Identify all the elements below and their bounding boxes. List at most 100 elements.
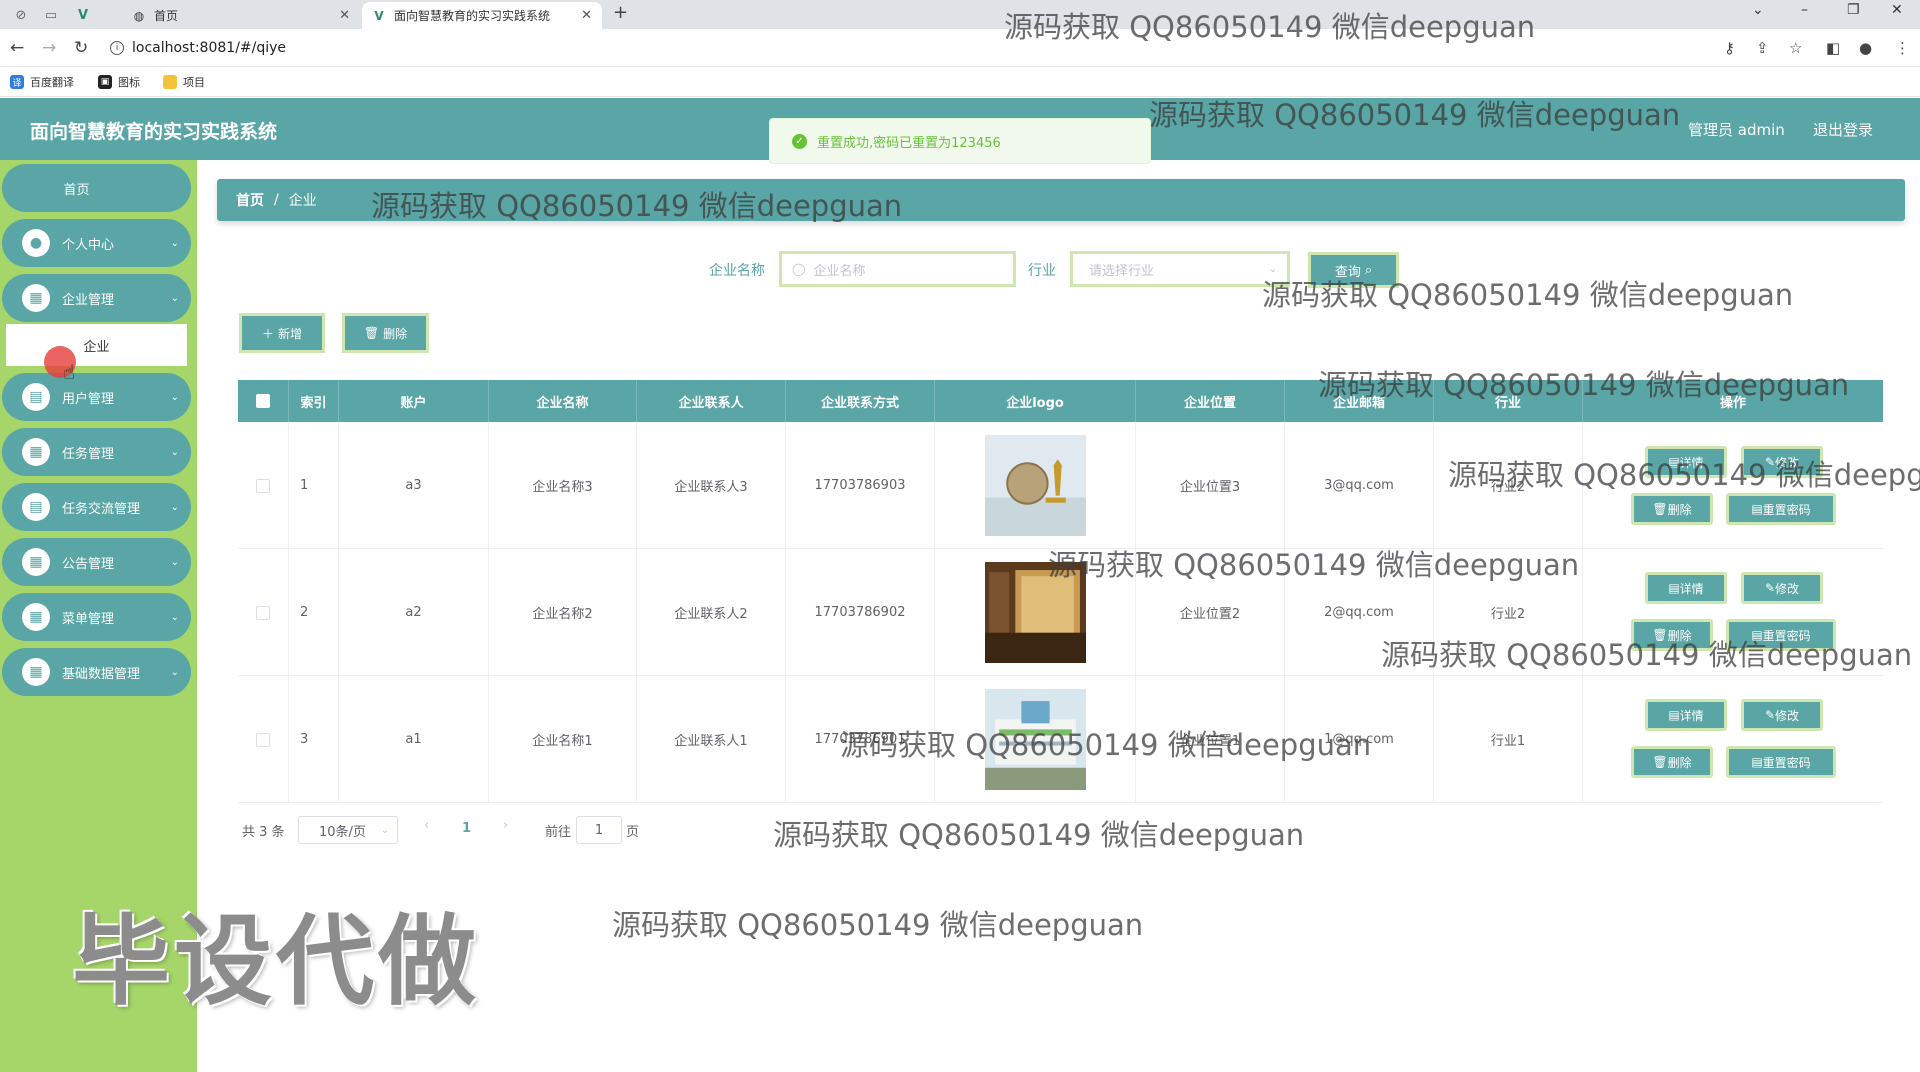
minimize-icon[interactable]: – — [1801, 2, 1808, 18]
goto-prefix: 前往 — [545, 825, 572, 840]
table-row: 3 a1 企业名称1 企业联系人1 17703786901 企业位置1 1@qq… — [238, 676, 1883, 803]
company-name-input[interactable]: ◯ 企业名称 — [779, 251, 1016, 287]
sidebar-item-task-exchange[interactable]: ▤ 任务交流管理 ⌄ — [2, 483, 191, 531]
sidebar-item-home[interactable]: 首页 — [2, 164, 191, 212]
document-icon: ▤ — [1668, 455, 1680, 469]
success-toast: ✓ 重置成功,密码已重置为123456 — [769, 118, 1151, 164]
sidebar-item-base-data[interactable]: ▦ 基础数据管理 ⌄ — [2, 648, 191, 696]
star-icon[interactable]: ☆ — [1789, 39, 1802, 57]
info-icon[interactable]: i — [110, 41, 124, 55]
delete-button[interactable]: 🗑 删除 — [1631, 746, 1713, 778]
page-number-current[interactable]: 1 — [462, 821, 471, 836]
select-all-checkbox[interactable] — [256, 394, 270, 408]
cell-phone: 17703786902 — [786, 549, 935, 676]
reload-icon[interactable]: ↻ — [74, 38, 88, 58]
vue-tab-icon[interactable]: V — [72, 4, 94, 26]
bookmark-icons[interactable]: ▣ 图标 — [98, 74, 140, 90]
cell-industry: 行业2 — [1434, 422, 1583, 549]
cell-logo — [935, 676, 1136, 803]
page-size-select[interactable]: 10条/页 ⌄ — [298, 816, 398, 844]
trash-icon: 🗑 — [363, 326, 380, 340]
close-icon[interactable]: ✕ — [581, 8, 592, 23]
sidebar-subitem-company[interactable]: 企业 — [6, 324, 187, 366]
blank-tab-icon[interactable]: ▭ — [40, 4, 62, 26]
profile-icon[interactable]: ● — [1859, 39, 1872, 57]
pencil-icon: ✎ — [1764, 455, 1776, 469]
key-icon[interactable]: ⚷ — [1724, 39, 1735, 57]
watermark: 源码获取 QQ86050149 微信deepguan — [773, 818, 1305, 852]
company-logo-image[interactable] — [984, 562, 1086, 663]
grid-icon: ▦ — [22, 603, 50, 631]
sidepanel-icon[interactable]: ◧ — [1826, 39, 1840, 57]
sidebar-item-notices[interactable]: ▦ 公告管理 ⌄ — [2, 538, 191, 586]
cell-index: 2 — [289, 549, 339, 676]
table-header: 索引 账户 企业名称 企业联系人 企业联系方式 企业logo 企业位置 企业邮箱… — [238, 380, 1883, 422]
sidebar-item-tasks[interactable]: ▦ 任务管理 ⌄ — [2, 428, 191, 476]
cell-contact: 企业联系人3 — [637, 422, 786, 549]
url-field[interactable]: i localhost:8081/#/qiye — [110, 37, 286, 59]
reset-password-button[interactable]: ▤ 重置密码 — [1726, 746, 1836, 778]
reset-password-button[interactable]: ▤ 重置密码 — [1726, 619, 1836, 651]
prev-page-icon[interactable]: ‹ — [424, 818, 429, 833]
cell-account: a2 — [339, 549, 489, 676]
goto-page-input[interactable]: 1 — [576, 816, 622, 844]
tab-home[interactable]: ◍ 首页 ✕ — [122, 2, 360, 29]
pinned-tab-icon[interactable]: ⊘ — [10, 4, 32, 26]
delete-button[interactable]: 🗑 删除 — [1631, 619, 1713, 651]
cell-phone: 17703786903 — [786, 422, 935, 549]
chevron-down-icon[interactable]: ⌄ — [1752, 2, 1764, 18]
cell-location: 企业位置2 — [1136, 549, 1285, 676]
folder-icon — [163, 75, 177, 89]
window-close-icon[interactable]: ✕ — [1891, 2, 1903, 18]
bookmark-projects[interactable]: 项目 — [163, 74, 205, 90]
batch-delete-button[interactable]: 🗑 删除 — [342, 313, 429, 353]
company-name-label: 企业名称 — [709, 263, 765, 279]
cell-industry: 行业1 — [1434, 676, 1583, 803]
translate-icon: 译 — [10, 75, 24, 89]
edit-button[interactable]: ✎ 修改 — [1741, 446, 1823, 478]
bookmark-baidu-translate[interactable]: 译 百度翻译 — [10, 74, 74, 90]
add-button[interactable]: ＋ 新增 — [239, 313, 325, 353]
sidebar-item-company-mgmt[interactable]: ▦ 企业管理 ⌄ — [2, 274, 191, 322]
table-row: 1 a3 企业名称3 企业联系人3 17703786903 企业位置3 3@qq… — [238, 422, 1883, 549]
restore-icon[interactable]: ❐ — [1847, 2, 1860, 18]
menu-dots-icon[interactable]: ⋮ — [1895, 39, 1910, 57]
detail-button[interactable]: ▤ 详情 — [1645, 446, 1727, 478]
share-icon[interactable]: ⇪ — [1756, 39, 1769, 57]
sidebar-item-profile[interactable]: ● 个人中心 ⌄ — [2, 219, 191, 267]
col-index: 索引 — [289, 380, 339, 422]
logout-link[interactable]: 退出登录 — [1813, 119, 1873, 140]
reset-password-button[interactable]: ▤ 重置密码 — [1726, 493, 1836, 525]
row-checkbox[interactable] — [256, 732, 270, 747]
row-checkbox[interactable] — [256, 605, 270, 620]
col-email: 企业邮箱 — [1285, 380, 1434, 422]
delete-button[interactable]: 🗑 删除 — [1631, 493, 1713, 525]
company-logo-image[interactable] — [984, 435, 1086, 536]
col-phone: 企业联系方式 — [786, 380, 935, 422]
cell-company-name: 企业名称3 — [489, 422, 637, 549]
sidebar-item-menus[interactable]: ▦ 菜单管理 ⌄ — [2, 593, 191, 641]
tab-system[interactable]: V 面向智慧教育的实习实践系统 ✕ — [362, 2, 602, 29]
industry-select[interactable]: 请选择行业 ⌄ — [1070, 251, 1290, 287]
close-icon[interactable]: ✕ — [339, 8, 350, 23]
edit-button[interactable]: ✎ 修改 — [1741, 699, 1823, 731]
company-logo-image[interactable] — [984, 689, 1086, 790]
col-contact: 企业联系人 — [637, 380, 786, 422]
breadcrumb-separator: / — [274, 192, 279, 208]
grid-icon: ▦ — [22, 548, 50, 576]
next-page-icon[interactable]: › — [503, 818, 508, 833]
pagination-total: 共 3 条 — [242, 825, 285, 840]
detail-button[interactable]: ▤ 详情 — [1645, 699, 1727, 731]
row-checkbox[interactable] — [256, 478, 270, 493]
edit-button[interactable]: ✎ 修改 — [1741, 572, 1823, 604]
breadcrumb-home[interactable]: 首页 — [236, 190, 264, 210]
query-button[interactable]: 查询 ⌕ — [1308, 252, 1399, 288]
user-card-icon: ▤ — [22, 383, 50, 411]
forward-icon[interactable]: → — [42, 38, 56, 58]
new-tab-button[interactable]: + — [613, 2, 628, 23]
col-operations: 操作 — [1719, 395, 1746, 411]
col-industry: 行业 — [1434, 380, 1583, 422]
sidebar-item-users[interactable]: ▤ 用户管理 ⌄ — [2, 373, 191, 421]
back-icon[interactable]: ← — [10, 38, 24, 58]
detail-button[interactable]: ▤ 详情 — [1645, 572, 1727, 604]
